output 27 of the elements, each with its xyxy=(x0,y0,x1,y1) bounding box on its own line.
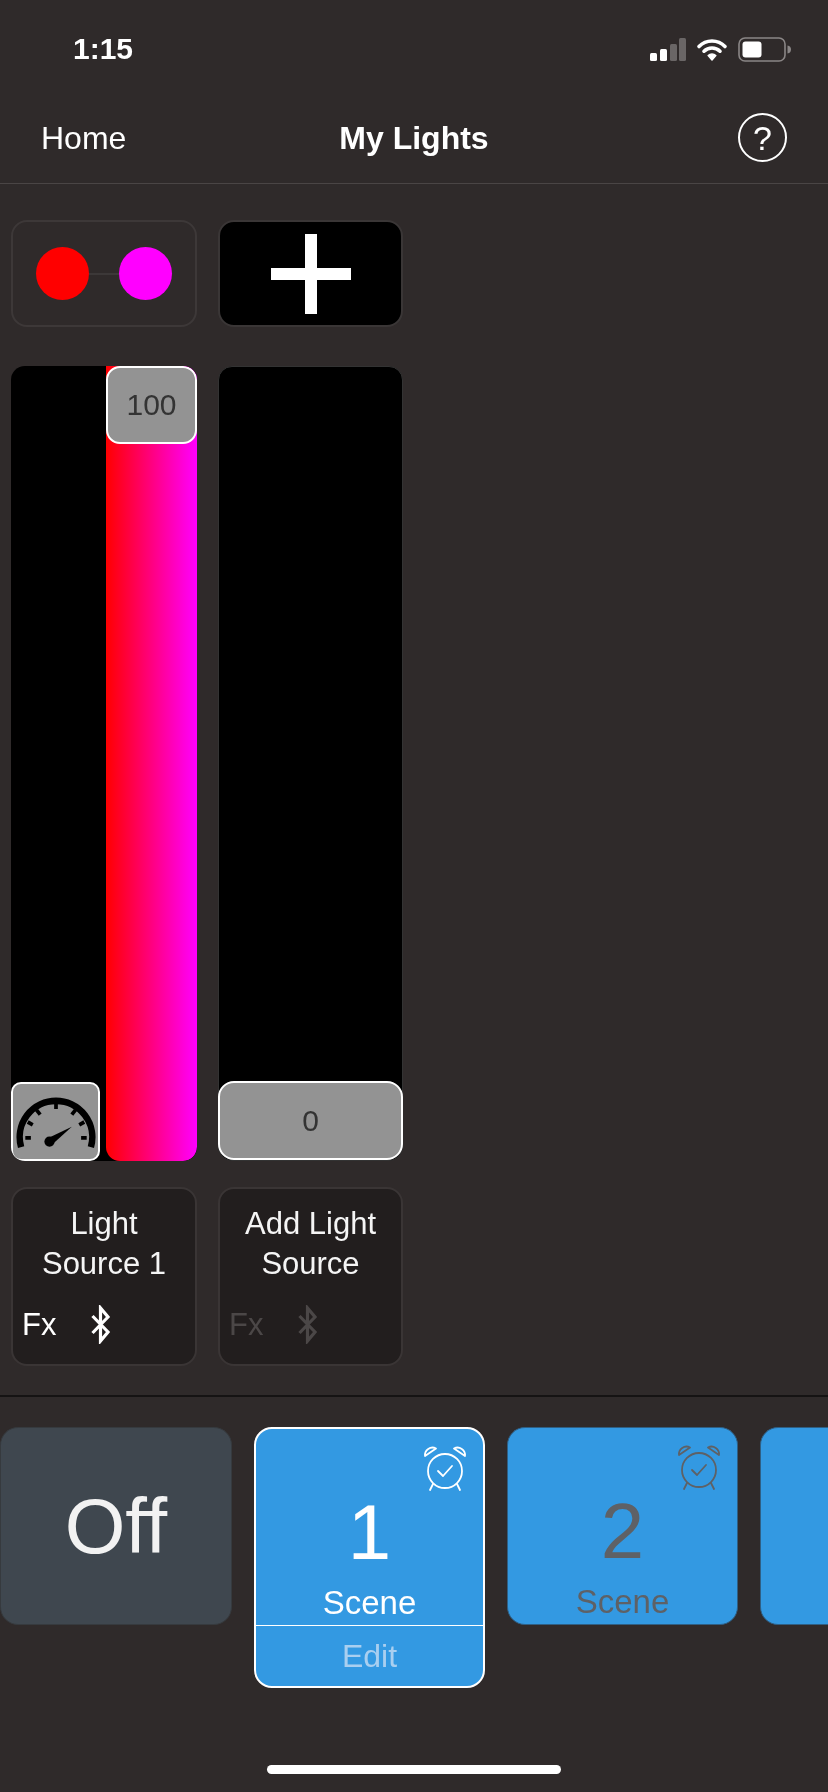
color-swatch-icon[interactable] xyxy=(119,247,172,300)
light-source-card[interactable]: Light Source 1 Fx xyxy=(11,1187,197,1366)
fx-button[interactable]: Fx xyxy=(22,1309,57,1340)
wifi-icon xyxy=(696,37,728,61)
add-button[interactable] xyxy=(218,220,403,327)
swatch-panel[interactable] xyxy=(11,220,197,327)
help-button[interactable]: ? xyxy=(738,113,787,162)
slider-track[interactable]: 100 xyxy=(106,366,197,1161)
light-source-name: Add Light Source xyxy=(244,1205,377,1283)
scene-label: Scene xyxy=(322,1585,417,1621)
slider-thumb[interactable]: 100 xyxy=(106,366,197,444)
speed-button[interactable] xyxy=(11,1082,100,1161)
light-source-name: Light Source 1 xyxy=(40,1205,168,1283)
home-button[interactable]: Home xyxy=(41,121,127,154)
color-swatch-icon[interactable] xyxy=(36,247,89,300)
scene-number: 2 xyxy=(600,1491,645,1571)
slider-track[interactable]: 0 xyxy=(218,366,403,1161)
scene-label: Scene xyxy=(575,1584,670,1620)
slider-thumb[interactable]: 0 xyxy=(218,1081,403,1160)
scene-number: 1 xyxy=(347,1492,392,1572)
plus-icon xyxy=(270,233,351,314)
battery-icon xyxy=(738,36,791,62)
signal-icon xyxy=(650,37,686,61)
screen-title: My Lights xyxy=(339,121,489,154)
status-time: 1:15 xyxy=(73,34,134,64)
scene-card[interactable]: 1 Scene Edit xyxy=(254,1427,485,1688)
off-button[interactable]: Off xyxy=(0,1427,232,1625)
